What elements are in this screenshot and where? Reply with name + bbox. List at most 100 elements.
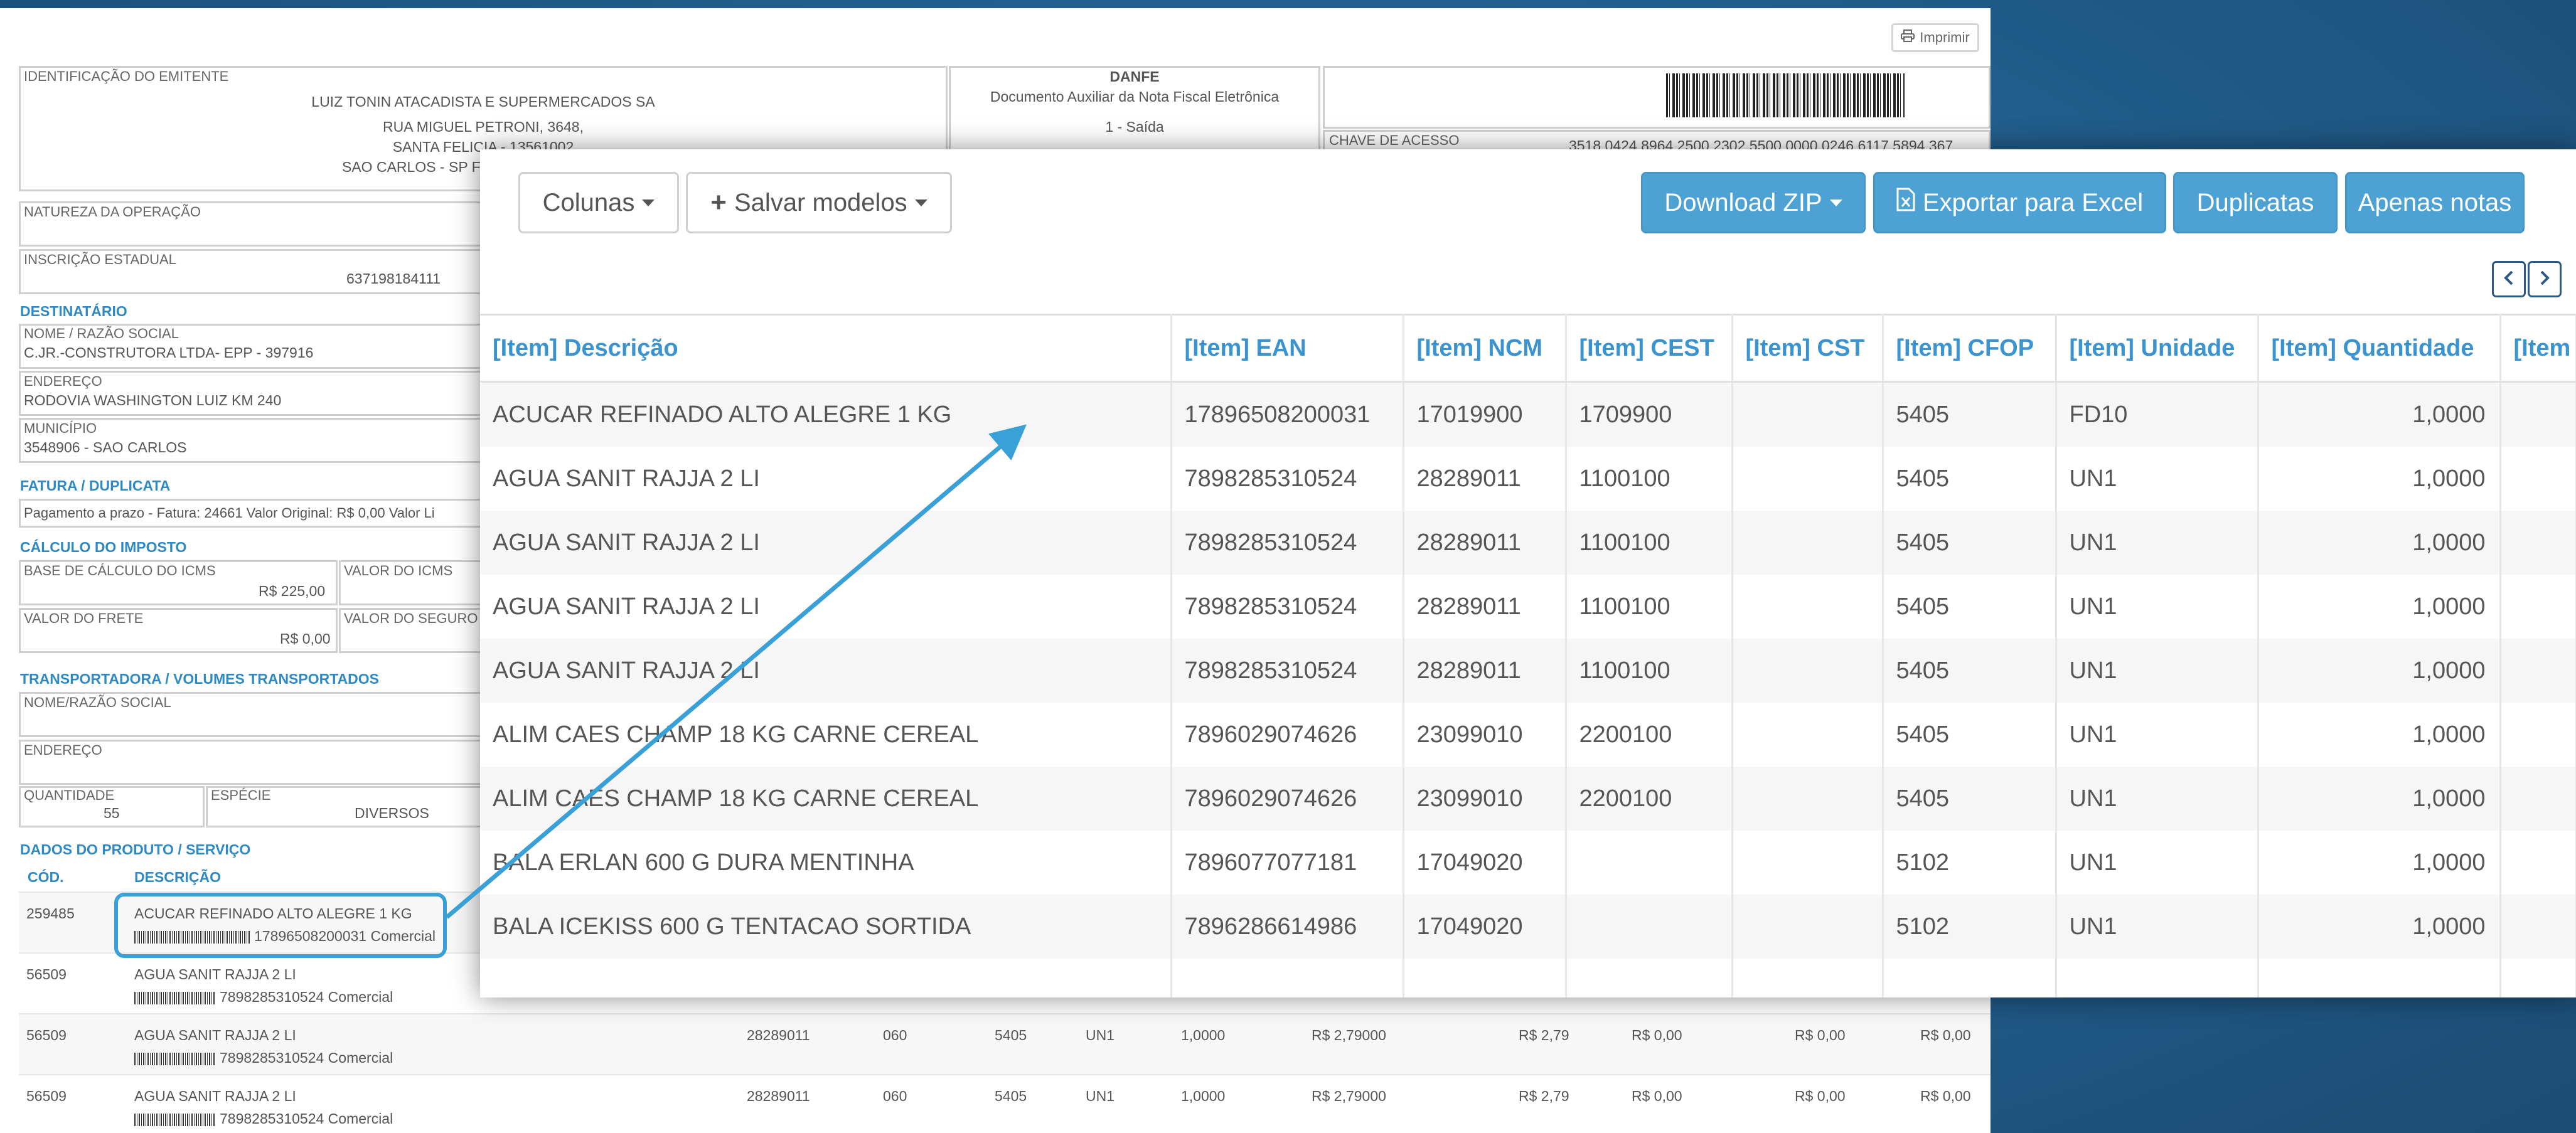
caret-down-icon bbox=[1829, 199, 1842, 206]
table-row[interactable]: BALA ERLAN 600 G DURA MENTINHA 7896077077… bbox=[480, 831, 2576, 895]
nome-label: NOME / RAZÃO SOCIAL bbox=[24, 326, 179, 341]
emitente-name: LUIZ TONIN ATACADISTA E SUPERMERCADOS SA bbox=[311, 93, 655, 110]
exportar-excel-button[interactable]: Exportar para Excel bbox=[1873, 172, 2166, 233]
scroll-left-button[interactable] bbox=[2492, 261, 2526, 297]
table-row[interactable]: ACUCAR REFINADO ALTO ALEGRE 1 KG 17896508… bbox=[480, 381, 2576, 447]
print-button[interactable]: Imprimir bbox=[1891, 23, 1979, 52]
col-header[interactable]: [Item] CST bbox=[1732, 314, 1884, 383]
apenas-notas-button[interactable]: Apenas notas bbox=[2345, 172, 2525, 233]
table-cell bbox=[1732, 575, 1884, 639]
valor-icms-label: VALOR DO ICMS bbox=[344, 563, 453, 578]
download-zip-button[interactable]: Download ZIP bbox=[1641, 172, 1866, 233]
product-ean: 7898285310524 Comercial bbox=[134, 1110, 393, 1127]
fatura-value: Pagamento a prazo - Fatura: 24661 Valor … bbox=[24, 505, 435, 521]
caret-down-icon bbox=[914, 199, 927, 206]
danfe-tipo: 1 - Saída bbox=[1105, 119, 1164, 135]
caret-down-icon bbox=[642, 199, 655, 206]
table-cell: ALIM CAES CHAMP 18 KG CARNE CEREAL bbox=[480, 767, 1172, 831]
scroll-right-button[interactable] bbox=[2528, 261, 2562, 297]
product-c2: R$ 0,00 bbox=[1795, 1027, 1846, 1043]
product-cod: 56509 bbox=[26, 1027, 67, 1043]
product-cod: 56509 bbox=[26, 966, 67, 982]
table-cell: 28289011 bbox=[1403, 639, 1567, 703]
salvar-modelos-button[interactable]: + Salvar modelos bbox=[686, 172, 952, 233]
col-header[interactable]: [Item bbox=[2500, 314, 2576, 383]
col-header[interactable]: [Item] CFOP bbox=[1883, 314, 2057, 383]
table-cell bbox=[1732, 767, 1884, 831]
table-cell: 7896029074626 bbox=[1171, 767, 1404, 831]
table-cell: 7898285310524 bbox=[1171, 447, 1404, 511]
transp-title: TRANSPORTADORA / VOLUMES TRANSPORTADOS bbox=[20, 671, 380, 687]
table-cell: 5405 bbox=[1883, 639, 2057, 703]
product-row: 56509 AGUA SANIT RAJJA 2 LI 789828531052… bbox=[19, 1074, 1991, 1133]
col-header[interactable]: [Item] CEST bbox=[1566, 314, 1733, 383]
table-cell: UN1 bbox=[2056, 639, 2259, 703]
printer-icon bbox=[1901, 29, 1915, 46]
col-cod: CÓD. bbox=[28, 869, 64, 885]
table-cell: 7896286614986 bbox=[1171, 895, 1404, 959]
table-cell bbox=[2500, 447, 2576, 511]
municipio-value: 3548906 - SAO CARLOS bbox=[24, 439, 187, 455]
table-cell: 5405 bbox=[1883, 381, 2057, 447]
colunas-button[interactable]: Colunas bbox=[518, 172, 679, 233]
table-cell bbox=[1403, 959, 1567, 997]
product-ean: 7898285310524 Comercial bbox=[134, 1050, 393, 1067]
table-row[interactable]: AGUA SANIT RAJJA 2 LI 7898285310524 282890… bbox=[480, 511, 2576, 575]
col-header[interactable]: [Item] Descrição bbox=[480, 314, 1172, 383]
table-cell bbox=[2056, 959, 2259, 997]
table-cell: 7898285310524 bbox=[1171, 639, 1404, 703]
frete-value: R$ 0,00 bbox=[280, 630, 331, 647]
natureza-label: NATUREZA DA OPERAÇÃO bbox=[24, 204, 201, 220]
duplicatas-button[interactable]: Duplicatas bbox=[2173, 172, 2338, 233]
table-cell: 2200100 bbox=[1566, 767, 1733, 831]
product-ean: 7898285310524 Comercial bbox=[134, 989, 393, 1006]
table-cell: AGUA SANIT RAJJA 2 LI bbox=[480, 639, 1172, 703]
product-unit: UN1 bbox=[1086, 1088, 1115, 1104]
apenas-label: Apenas notas bbox=[2358, 188, 2512, 216]
table-cell: 2200100 bbox=[1566, 703, 1733, 767]
qtd-value: 55 bbox=[104, 805, 120, 821]
table-row[interactable]: BALA ICEKISS 600 G TENTACAO SORTIDA 78962… bbox=[480, 895, 2576, 959]
product-cfop: 5405 bbox=[995, 1088, 1027, 1104]
table-row[interactable]: AGUA SANIT RAJJA 2 LI 7898285310524 282890… bbox=[480, 575, 2576, 639]
table-cell: AGUA SANIT RAJJA 2 LI bbox=[480, 511, 1172, 575]
excel-file-icon bbox=[1896, 188, 1915, 218]
table-cell bbox=[1566, 895, 1733, 959]
mini-barcode-icon bbox=[134, 991, 216, 1004]
table-row[interactable] bbox=[480, 959, 2576, 997]
mini-barcode-icon bbox=[134, 1052, 216, 1065]
col-header[interactable]: [Item] NCM bbox=[1403, 314, 1567, 383]
col-desc: DESCRIÇÃO bbox=[134, 869, 222, 885]
table-row[interactable]: ALIM CAES CHAMP 18 KG CARNE CEREAL 789602… bbox=[480, 703, 2576, 767]
col-header[interactable]: [Item] Unidade bbox=[2056, 314, 2259, 383]
table-row[interactable]: AGUA SANIT RAJJA 2 LI 7898285310524 282890… bbox=[480, 639, 2576, 703]
items-table: [Item] Descrição [Item] EAN [Item] NCM [… bbox=[480, 314, 2576, 997]
table-cell: UN1 bbox=[2056, 575, 2259, 639]
product-cod: 56509 bbox=[26, 1088, 67, 1104]
col-header[interactable]: [Item] Quantidade bbox=[2258, 314, 2501, 383]
transp-nome-label: NOME/RAZÃO SOCIAL bbox=[24, 694, 171, 710]
table-cell: 1,0000 bbox=[2258, 511, 2501, 575]
product-c2: R$ 0,00 bbox=[1795, 1088, 1846, 1104]
table-cell: UN1 bbox=[2056, 895, 2259, 959]
table-cell: 28289011 bbox=[1403, 447, 1567, 511]
table-cell: 1,0000 bbox=[2258, 447, 2501, 511]
table-cell: 17896508200031 bbox=[1171, 381, 1404, 447]
table-cell: ACUCAR REFINADO ALTO ALEGRE 1 KG bbox=[480, 381, 1172, 447]
chevron-right-icon bbox=[2539, 270, 2550, 289]
table-row[interactable]: ALIM CAES CHAMP 18 KG CARNE CEREAL 789602… bbox=[480, 767, 2576, 831]
seguro-label: VALOR DO SEGURO bbox=[344, 610, 478, 626]
product-desc: AGUA SANIT RAJJA 2 LI bbox=[134, 966, 296, 982]
fatura-title: FATURA / DUPLICATA bbox=[20, 477, 171, 494]
table-cell: 1100100 bbox=[1566, 575, 1733, 639]
table-cell: 1709900 bbox=[1566, 381, 1733, 447]
table-cell bbox=[1732, 831, 1884, 895]
product-vunit: R$ 2,79000 bbox=[1312, 1088, 1386, 1104]
product-desc: AGUA SANIT RAJJA 2 LI bbox=[134, 1027, 296, 1043]
especie-label: ESPÉCIE bbox=[211, 787, 271, 803]
table-row[interactable]: AGUA SANIT RAJJA 2 LI 7898285310524 282890… bbox=[480, 447, 2576, 511]
table-cell bbox=[2500, 575, 2576, 639]
col-header[interactable]: [Item] EAN bbox=[1171, 314, 1404, 383]
duplicatas-label: Duplicatas bbox=[2196, 188, 2314, 216]
table-cell bbox=[1171, 959, 1404, 997]
